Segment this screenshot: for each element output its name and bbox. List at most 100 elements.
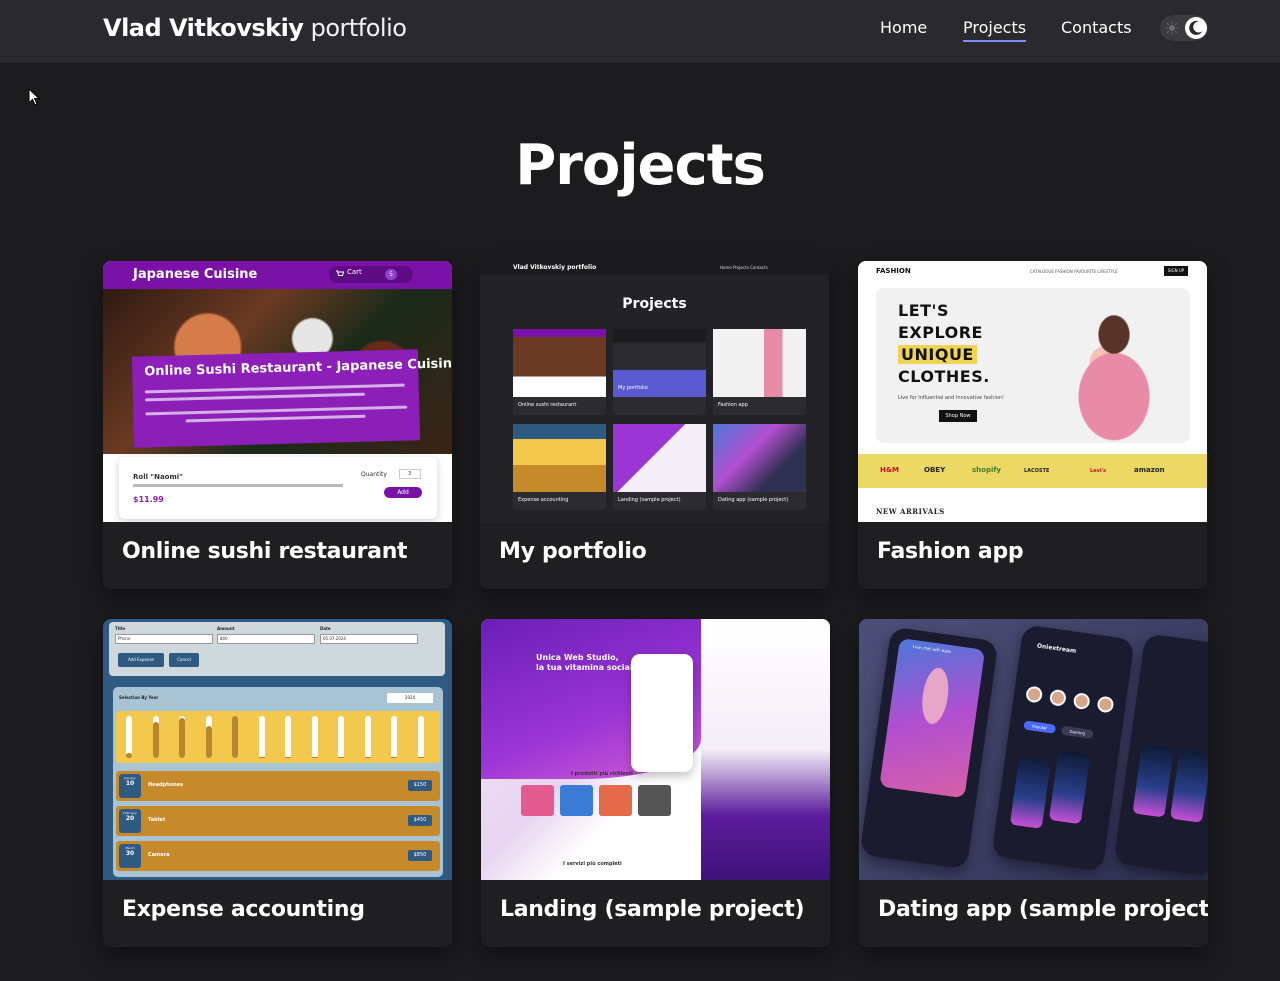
project-thumbnail: Japanese Cuisine Cart 5 Online Sushi Res… — [103, 261, 452, 522]
menu-item-card: Roll "Naomi" $11.99 Quantity 3 Add — [119, 457, 437, 519]
expense-date: February 20 — [119, 809, 141, 833]
project-card-fashion[interactable]: FASHION CATALOGUE FASHION FAVOURITE LIFE… — [858, 261, 1207, 589]
theme-toggle-knob — [1185, 17, 1207, 39]
month-bar — [232, 716, 238, 758]
month-bar — [152, 716, 159, 758]
month-bar — [205, 716, 212, 758]
thumb-site-title: Japanese Cuisine — [133, 267, 258, 282]
project-thumbnail: Live chat with Kate Oniextream Popular G… — [859, 619, 1208, 880]
month-bar — [391, 716, 397, 758]
expense-name: Headphones — [148, 782, 184, 788]
tile-image — [513, 329, 606, 397]
month-bar-fill — [391, 757, 397, 758]
project-card-landing[interactable]: Unica Web Studio, la tua vitamina social… — [481, 619, 830, 947]
expense-chart-panel: Selection By Year 2024 January 10 Headph… — [113, 687, 443, 877]
month-bar-fill — [311, 757, 318, 758]
tile-label: Online sushi restaurant — [518, 402, 577, 408]
expense-amount: $450 — [408, 815, 432, 826]
brand-strip: H&M OBEY shopify LACOSTE Levi's amazon — [858, 454, 1207, 488]
month-bar — [179, 716, 185, 758]
new-arrivals-heading: NEW ARRIVALS — [876, 507, 945, 516]
text-line — [185, 414, 366, 423]
expense-item: March 30 Camera $850 — [116, 841, 440, 871]
tile-label: Expense accounting — [518, 497, 569, 503]
profile-photo — [879, 637, 986, 799]
hero-subtitle: Live for Influential and Innovative fash… — [898, 395, 1004, 401]
stream-tile — [1132, 743, 1174, 818]
month-bar-fill — [152, 722, 159, 758]
nav-home[interactable]: Home — [880, 17, 927, 39]
title-field: Phone — [115, 634, 213, 644]
cart-count-badge: 5 — [385, 269, 397, 280]
amount-field: 800 — [217, 634, 315, 644]
expense-day: 30 — [125, 850, 135, 857]
brand-logo: LACOSTE — [1024, 468, 1050, 474]
stream-tile — [1048, 750, 1091, 825]
project-card-portfolio[interactable]: Vlad Vitkovskiy portfolio Home Projects … — [480, 261, 829, 589]
tile-image — [613, 424, 706, 492]
expense-amount: $150 — [408, 780, 432, 791]
nav-contacts[interactable]: Contacts — [1061, 17, 1132, 39]
month-bar — [338, 716, 344, 758]
year-select: 2024 — [387, 693, 433, 703]
navbar: Vlad Vitkovskiy portfolio Home Projects … — [0, 0, 1280, 63]
amount-label: Amount — [217, 626, 235, 631]
hero-panel: Online Sushi Restaurant - Japanese Cuisi… — [131, 349, 452, 448]
expense-item: January 10 Headphones $150 — [116, 771, 440, 801]
hero-line: EXPLORE — [898, 323, 983, 342]
thumb-navbar: FASHION CATALOGUE FASHION FAVOURITE LIFE… — [858, 261, 1207, 283]
text-line — [144, 383, 405, 394]
month-bar — [417, 716, 424, 758]
expense-day: 20 — [125, 815, 135, 822]
shop-now-button: Shop Now — [939, 410, 977, 422]
sun-icon — [1165, 21, 1179, 35]
month-bar — [126, 716, 132, 758]
thumb-header: Japanese Cuisine Cart 5 — [103, 261, 452, 289]
project-card-sushi[interactable]: Japanese Cuisine Cart 5 Online Sushi Res… — [103, 261, 452, 589]
project-thumbnail: Title Amount Date Phone 800 05.07.2024 A… — [103, 619, 452, 880]
project-title: Landing (sample project) — [500, 897, 805, 922]
month-bar-fill — [417, 757, 424, 758]
month-bar-fill — [258, 757, 265, 758]
brand-logo: amazon — [1134, 466, 1165, 474]
site-logo[interactable]: Vlad Vitkovskiy portfolio — [103, 12, 407, 44]
product-card — [638, 785, 671, 816]
logo-suffix: portfolio — [310, 14, 407, 42]
project-card-dating[interactable]: Live chat with Kate Oniextream Popular G… — [859, 619, 1208, 947]
year-filter-label: Selection By Year — [119, 695, 159, 700]
date-label: Date — [320, 626, 331, 631]
project-thumbnail: FASHION CATALOGUE FASHION FAVOURITE LIFE… — [858, 261, 1207, 522]
hero-heading: LET'S EXPLORE UNIQUE CLOTHES. — [898, 300, 990, 388]
expense-date: January 10 — [119, 774, 141, 798]
hero-line: LET'S — [898, 301, 949, 320]
project-card-expense[interactable]: Title Amount Date Phone 800 05.07.2024 A… — [103, 619, 452, 947]
project-thumbnail: Vlad Vitkovskiy portfolio Home Projects … — [480, 261, 829, 522]
thumb-tile: Dating app (sample project) — [713, 424, 806, 510]
expense-name: Camera — [148, 852, 170, 858]
expense-form: Title Amount Date Phone 800 05.07.2024 A… — [109, 622, 445, 676]
avatar — [1072, 692, 1091, 711]
services-heading: I servizi più completi — [563, 861, 622, 867]
thumb-logo: Vlad Vitkovskiy portfolio — [513, 264, 597, 271]
quantity-value: 3 — [408, 471, 412, 477]
month-bar — [285, 716, 291, 758]
add-button: Add — [384, 487, 422, 498]
tile-image — [513, 424, 606, 492]
hero-panel-title: Online Sushi Restaurant - Japanese Cuisi… — [144, 356, 452, 380]
quantity-field: 3 — [399, 469, 421, 479]
quantity-label: Quantity — [361, 471, 387, 478]
month-bar — [258, 716, 265, 758]
phone-mockup: Oniextream Popular Gaming — [991, 624, 1135, 872]
theme-toggle[interactable] — [1160, 15, 1208, 41]
moon-icon — [1189, 20, 1203, 35]
text-line — [145, 405, 408, 416]
cart-button: Cart 5 — [329, 266, 413, 283]
cursor-icon — [28, 88, 41, 106]
monthly-bars — [116, 711, 440, 763]
project-title: Online sushi restaurant — [122, 539, 408, 564]
thumb-tile: Landing (sample project) — [613, 424, 706, 510]
nav-projects[interactable]: Projects — [963, 17, 1027, 42]
expense-item: February 20 Tablet $450 — [116, 806, 440, 836]
tile-label: Fashion app — [718, 402, 748, 408]
cart-icon — [336, 270, 344, 276]
